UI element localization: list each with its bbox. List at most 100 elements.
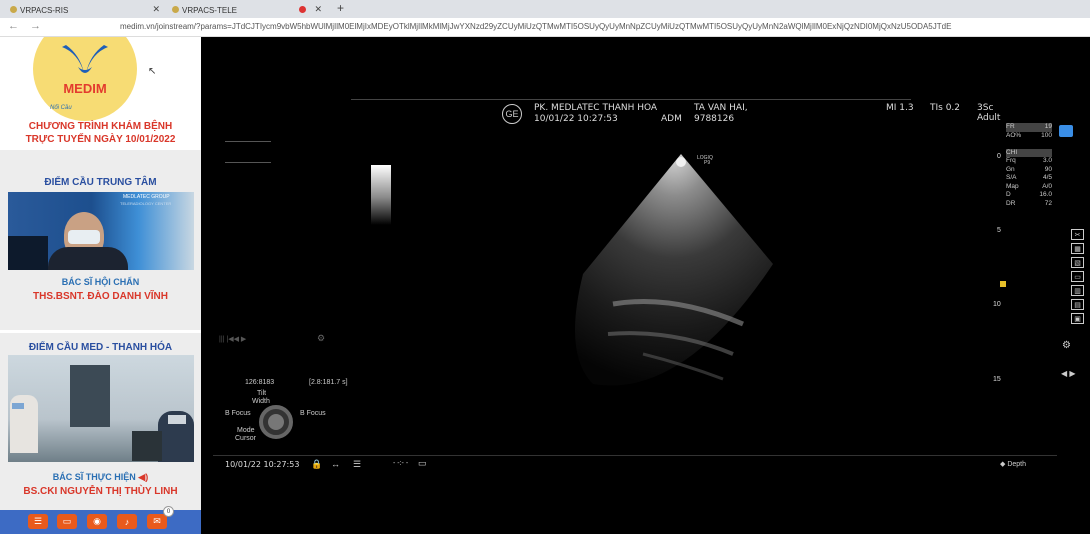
tool-measure-icon[interactable]: ▦ [1071,243,1084,254]
video-caption2: TELERADIOLOGY CENTER [120,201,172,206]
prev-next-icon[interactable]: ◀ ▶ [1061,369,1076,378]
tab-vrpacs-ris[interactable]: VRPACS-RIS ✕ [6,2,166,18]
tool-scissors-icon[interactable]: ✂ [1071,229,1084,240]
param-row: AO% 100 [1006,131,1052,139]
tool-compare-icon[interactable]: ▣ [1071,313,1084,324]
address-bar: ← → medim.vn/joinstream/?params=JTdCJTIy… [0,18,1090,37]
depth-tick: 10 [993,301,1001,308]
grayscale-bar [371,165,391,225]
keyboard-icon[interactable]: ▭ [418,458,427,469]
tool-layout-icon[interactable]: ▥ [1071,285,1084,296]
url-text[interactable]: medim.vn/joinstream/?params=JTdCJTIycm9v… [120,22,951,31]
param-row: CHI [1006,148,1052,157]
close-tab-icon[interactable]: ✕ [152,4,160,15]
ge-logo-icon: GE [502,104,522,124]
depth-control[interactable]: ◆ Depth [1000,460,1026,468]
microphone-button[interactable]: ♪ [117,514,137,529]
bird-logo-icon [62,44,108,73]
browser-tab-bar: VRPACS-RIS ✕ VRPACS-TELE ✕ + [0,0,1090,18]
close-tab-icon[interactable]: ✕ [314,4,322,15]
probe-name: 3Sc [977,103,994,113]
settings-icon[interactable]: ⚙ [1062,340,1071,351]
chair [132,431,162,461]
forward-icon[interactable]: → [30,20,41,32]
monitor [8,236,48,270]
depth-tick: 0 [997,153,1001,160]
program-title: CHƯƠNG TRÌNH KHÁM BỆNH TRỰC TUYẾN NGÀY 1… [0,120,201,146]
conference-toolbar: ☰ ▭ ◉ ♪ ✉ 0 [0,506,201,534]
camera-icon: ◉ [93,516,101,526]
screen-share-icon: ▭ [62,516,72,526]
new-tab-button[interactable]: + [337,1,344,15]
preset-name: Adult [977,113,1001,123]
blue-indicator [1059,125,1073,137]
param-row: D 16.0 [1006,191,1052,198]
panel-title: ĐIỂM CẦU MED - THANH HÓA [28,342,173,353]
video-caption: MEDLATEC GROUP [123,194,170,200]
ultrasound-screen: GE PK. MEDLATEC THANH HOA 10/01/22 10:27… [213,99,1084,479]
mouse-cursor-icon: ↖ [148,66,157,77]
param-row: DR 72 [1006,199,1052,207]
facility-name: PK. MEDLATEC THANH HOA [534,103,658,113]
control-knob[interactable] [259,405,293,439]
background-window [70,365,110,427]
tab-label: VRPACS-RIS [20,5,69,15]
menu-button[interactable]: ☰ [28,514,48,529]
lock-icon[interactable]: 🔒 [311,459,322,470]
tool-annotate-icon[interactable]: ▧ [1071,257,1084,268]
footer-time: 10/01/22 10:27:53 [225,460,300,469]
wifi-icon: ☰ [353,459,362,469]
panel-title: ĐIỂM CẦU TRUNG TÂM [44,177,157,188]
cine-controls-icon[interactable]: ||| |◀◀ ▶ [219,335,246,343]
doctor-shirt [48,247,128,270]
parameter-panel: FR 19 AO% 100 CHI Frq 3.0 Gn 90 S/A 4/5 Map A/… [1006,123,1052,208]
param-row [1006,140,1052,149]
central-site-video[interactable]: MEDLATEC GROUP TELERADIOLOGY CENTER [8,192,194,270]
sector-scan-image [575,154,773,386]
param-row: Frq 3.0 [1006,157,1052,164]
footer-divider [213,455,1057,456]
param-row: Gn 90 [1006,165,1052,173]
chat-icon: ✉ [153,516,161,526]
panel-role: BÁC SĨ THỰC HIỆN ◀) [0,472,201,483]
conference-sidebar: MEDIM Nối Cầu CHƯƠNG TRÌNH KHÁM BỆNH TRỰ… [0,37,201,534]
depth-tick: 15 [993,376,1001,383]
patient-id: 9788126 [694,114,735,124]
knob-center [268,414,284,430]
vrpacs-favicon-icon [172,6,179,13]
settings-dim-icon[interactable]: ⚙ [317,333,325,344]
focus-marker-icon [1000,281,1006,287]
vrpacs-favicon-icon [10,6,17,13]
face-mask-right [168,415,186,424]
header-divider [351,99,911,100]
study-datetime: 10/01/22 10:27:53 [534,114,618,124]
knob-left-label: B Focus [225,410,251,417]
thanh-hoa-site-video[interactable] [8,355,194,462]
menu-icon: ☰ [33,516,43,526]
screen-share-button[interactable]: ▭ [57,514,77,529]
face-mask-left [12,403,24,409]
patient-name: TA VAN HAI, [694,103,748,113]
ultrasound-stream[interactable]: GE PK. MEDLATEC THANH HOA 10/01/22 10:27… [201,37,1090,534]
depth-icon: ◆ [1000,461,1006,468]
knob-right-label: B Focus [300,410,326,417]
tool-window-icon[interactable]: ▭ [1071,271,1084,282]
depth-tick: 5 [997,227,1001,234]
depth-label: Depth [1007,461,1027,468]
camera-button[interactable]: ◉ [87,514,107,529]
tab-vrpacs-tele[interactable]: VRPACS-TELE ✕ [168,2,328,18]
probe-label2: P9 [704,160,711,166]
knob-bottom-label2: Cursor [235,435,257,442]
back-icon[interactable]: ← [8,20,19,32]
cine-info: 126:8183 [245,379,275,386]
swap-icon[interactable]: ↔ [331,459,340,469]
chat-button[interactable]: ✉ [147,514,167,529]
speaker-icon: ◀) [138,472,149,482]
cine-range: [2.8:181.7 s] [309,379,348,386]
microphone-icon: ♪ [124,516,130,527]
tab-label: VRPACS-TELE [182,5,237,15]
param-row: Map A/0 [1006,182,1052,190]
central-site-panel: ĐIỂM CẦU TRUNG TÂM MEDLATEC GROUP TELERA… [0,150,201,330]
knob-top-label: Tilt [257,390,267,397]
tool-grid-icon[interactable]: ▤ [1071,299,1084,310]
